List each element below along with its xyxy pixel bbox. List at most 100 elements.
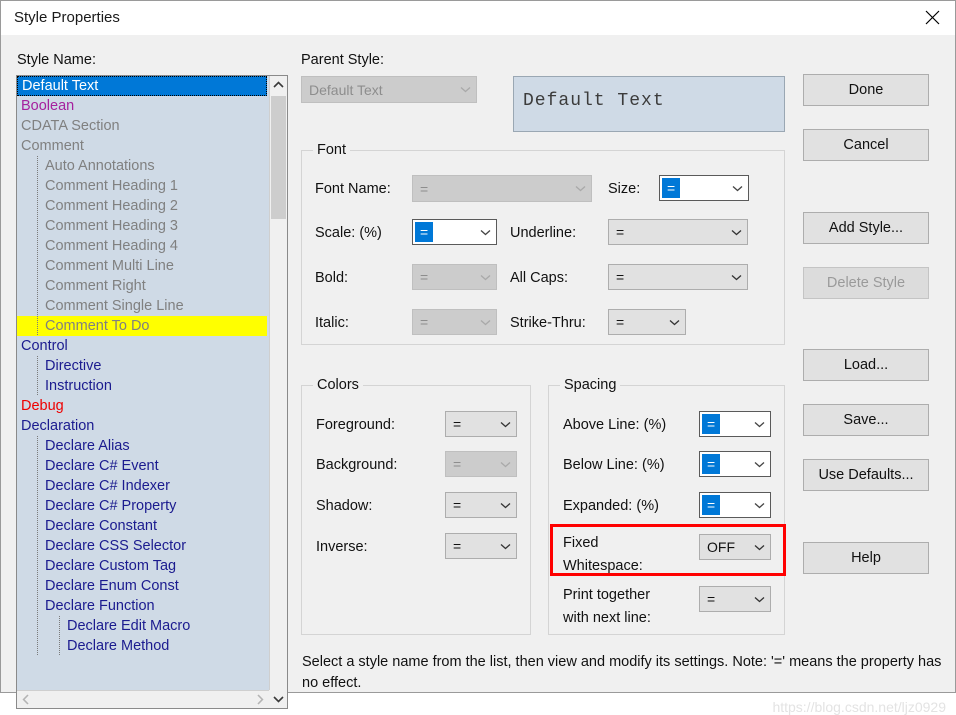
list-item[interactable]: Comment Heading 2 (17, 196, 267, 216)
list-item[interactable]: Comment Heading 1 (17, 176, 267, 196)
list-item[interactable]: Control (17, 336, 267, 356)
list-item[interactable]: Declare CSS Selector (17, 536, 267, 556)
colors-group: Colors Foreground: = Background: = Shado… (301, 377, 531, 635)
add-style-button[interactable]: Add Style... (803, 212, 929, 244)
list-item[interactable]: Instruction (17, 376, 267, 396)
use-defaults-button[interactable]: Use Defaults... (803, 459, 929, 491)
title-bar: Style Properties (1, 1, 955, 35)
list-item[interactable]: Declare C# Event (17, 456, 267, 476)
all-caps-combo[interactable]: = (608, 264, 748, 290)
chevron-down-icon (748, 544, 770, 551)
font-name-combo[interactable]: = (412, 175, 592, 202)
scale-combo[interactable]: = (412, 219, 497, 245)
list-item[interactable]: Auto Annotations (17, 156, 267, 176)
list-item[interactable]: Declaration (17, 416, 267, 436)
below-line-value: = (702, 454, 721, 474)
list-item[interactable]: Debug (17, 396, 267, 416)
list-item[interactable]: CDATA Section (17, 116, 267, 136)
cancel-button[interactable]: Cancel (803, 129, 929, 161)
list-item-label: Debug (21, 398, 64, 414)
close-icon[interactable] (909, 1, 955, 34)
inverse-combo[interactable]: = (445, 533, 517, 559)
list-item[interactable]: Comment To Do (17, 316, 267, 336)
scale-label: Scale: (%) (315, 225, 382, 241)
list-item[interactable]: Boolean (17, 96, 267, 116)
size-combo[interactable]: = (659, 175, 749, 201)
list-item[interactable]: Declare Edit Macro (17, 616, 267, 636)
delete-style-button[interactable]: Delete Style (803, 267, 929, 299)
list-item[interactable]: Comment Single Line (17, 296, 267, 316)
chevron-down-icon (494, 502, 516, 509)
style-properties-dialog: Style Properties Style Name: Default Tex… (0, 0, 956, 715)
strike-thru-value: = (616, 314, 625, 330)
list-item[interactable]: Comment Heading 3 (17, 216, 267, 236)
shadow-label: Shadow: (316, 498, 373, 514)
all-caps-label: All Caps: (510, 270, 569, 286)
expanded-value: = (702, 495, 721, 515)
list-item[interactable]: Declare Custom Tag (17, 556, 267, 576)
list-item-label: Declare Constant (45, 518, 158, 534)
chevron-up-icon[interactable] (270, 76, 287, 94)
spacing-group-title: Spacing (560, 377, 621, 393)
shadow-combo[interactable]: = (445, 492, 517, 518)
underline-combo[interactable]: = (608, 219, 748, 245)
chevron-down-icon (569, 185, 591, 192)
fixed-whitespace-label-line2: Whitespace: (563, 558, 643, 574)
strike-thru-combo[interactable]: = (608, 309, 686, 335)
list-item-label: Comment To Do (45, 318, 150, 334)
print-together-combo[interactable]: = (699, 586, 771, 612)
watermark-text: https://blog.csdn.net/ljz0929 (772, 699, 946, 715)
list-item[interactable]: Declare Constant (17, 516, 267, 536)
above-line-label: Above Line: (%) (563, 417, 667, 433)
done-button[interactable]: Done (803, 74, 929, 106)
chevron-down-icon (726, 184, 748, 192)
list-item[interactable]: Declare C# Property (17, 496, 267, 516)
list-item[interactable]: Comment Heading 4 (17, 236, 267, 256)
list-item[interactable]: Comment Multi Line (17, 256, 267, 276)
list-item-label: Directive (45, 358, 102, 374)
save-button[interactable]: Save... (803, 404, 929, 436)
above-line-combo[interactable]: = (699, 411, 771, 437)
list-item-label: Comment Heading 1 (45, 178, 178, 194)
below-line-combo[interactable]: = (699, 451, 771, 477)
list-item[interactable]: Declare Function (17, 596, 267, 616)
chevron-right-icon[interactable] (251, 691, 269, 708)
parent-style-combo[interactable]: Default Text (301, 76, 477, 103)
underline-label: Underline: (510, 225, 577, 241)
list-item-label: Declare Alias (45, 438, 130, 454)
list-item[interactable]: Default Text (17, 76, 267, 96)
expanded-combo[interactable]: = (699, 492, 771, 518)
colors-group-title: Colors (313, 377, 363, 393)
list-item[interactable]: Declare C# Indexer (17, 476, 267, 496)
fixed-whitespace-combo[interactable]: OFF (699, 534, 771, 560)
list-item-label: Declare Function (45, 598, 155, 614)
list-item-label: Default Text (22, 78, 99, 94)
chevron-down-icon (494, 421, 516, 428)
help-button[interactable]: Help (803, 542, 929, 574)
list-item[interactable]: Comment Right (17, 276, 267, 296)
list-item[interactable]: Declare Method (17, 636, 267, 656)
style-name-list[interactable]: Default Text Boolean CDATA Section Comment A… (16, 75, 288, 709)
list-item[interactable]: Declare Alias (17, 436, 267, 456)
list-item[interactable]: Comment (17, 136, 267, 156)
list-vertical-scrollbar[interactable] (269, 76, 287, 690)
foreground-value: = (453, 416, 462, 432)
background-combo[interactable]: = (445, 451, 517, 477)
list-item-label: Comment Heading 4 (45, 238, 178, 254)
chevron-down-icon (663, 319, 685, 326)
list-item-label: Declare Custom Tag (45, 558, 177, 574)
bold-value: = (420, 269, 429, 285)
foreground-combo[interactable]: = (445, 411, 517, 437)
dialog-client-area: Style Name: Default Text Boolean CDATA Sec… (1, 35, 955, 715)
font-name-value: = (420, 180, 429, 197)
chevron-left-icon[interactable] (17, 691, 35, 708)
load-button[interactable]: Load... (803, 349, 929, 381)
font-name-label: Font Name: (315, 181, 391, 197)
list-item[interactable]: Declare Enum Const (17, 576, 267, 596)
list-item[interactable]: Directive (17, 356, 267, 376)
font-group: Font Font Name: = Size: = Scale: (%) = U… (301, 142, 785, 345)
parent-style-value: Default Text (309, 81, 383, 98)
italic-combo[interactable]: = (412, 309, 497, 335)
vertical-scroll-thumb[interactable] (271, 96, 286, 219)
bold-combo[interactable]: = (412, 264, 497, 290)
